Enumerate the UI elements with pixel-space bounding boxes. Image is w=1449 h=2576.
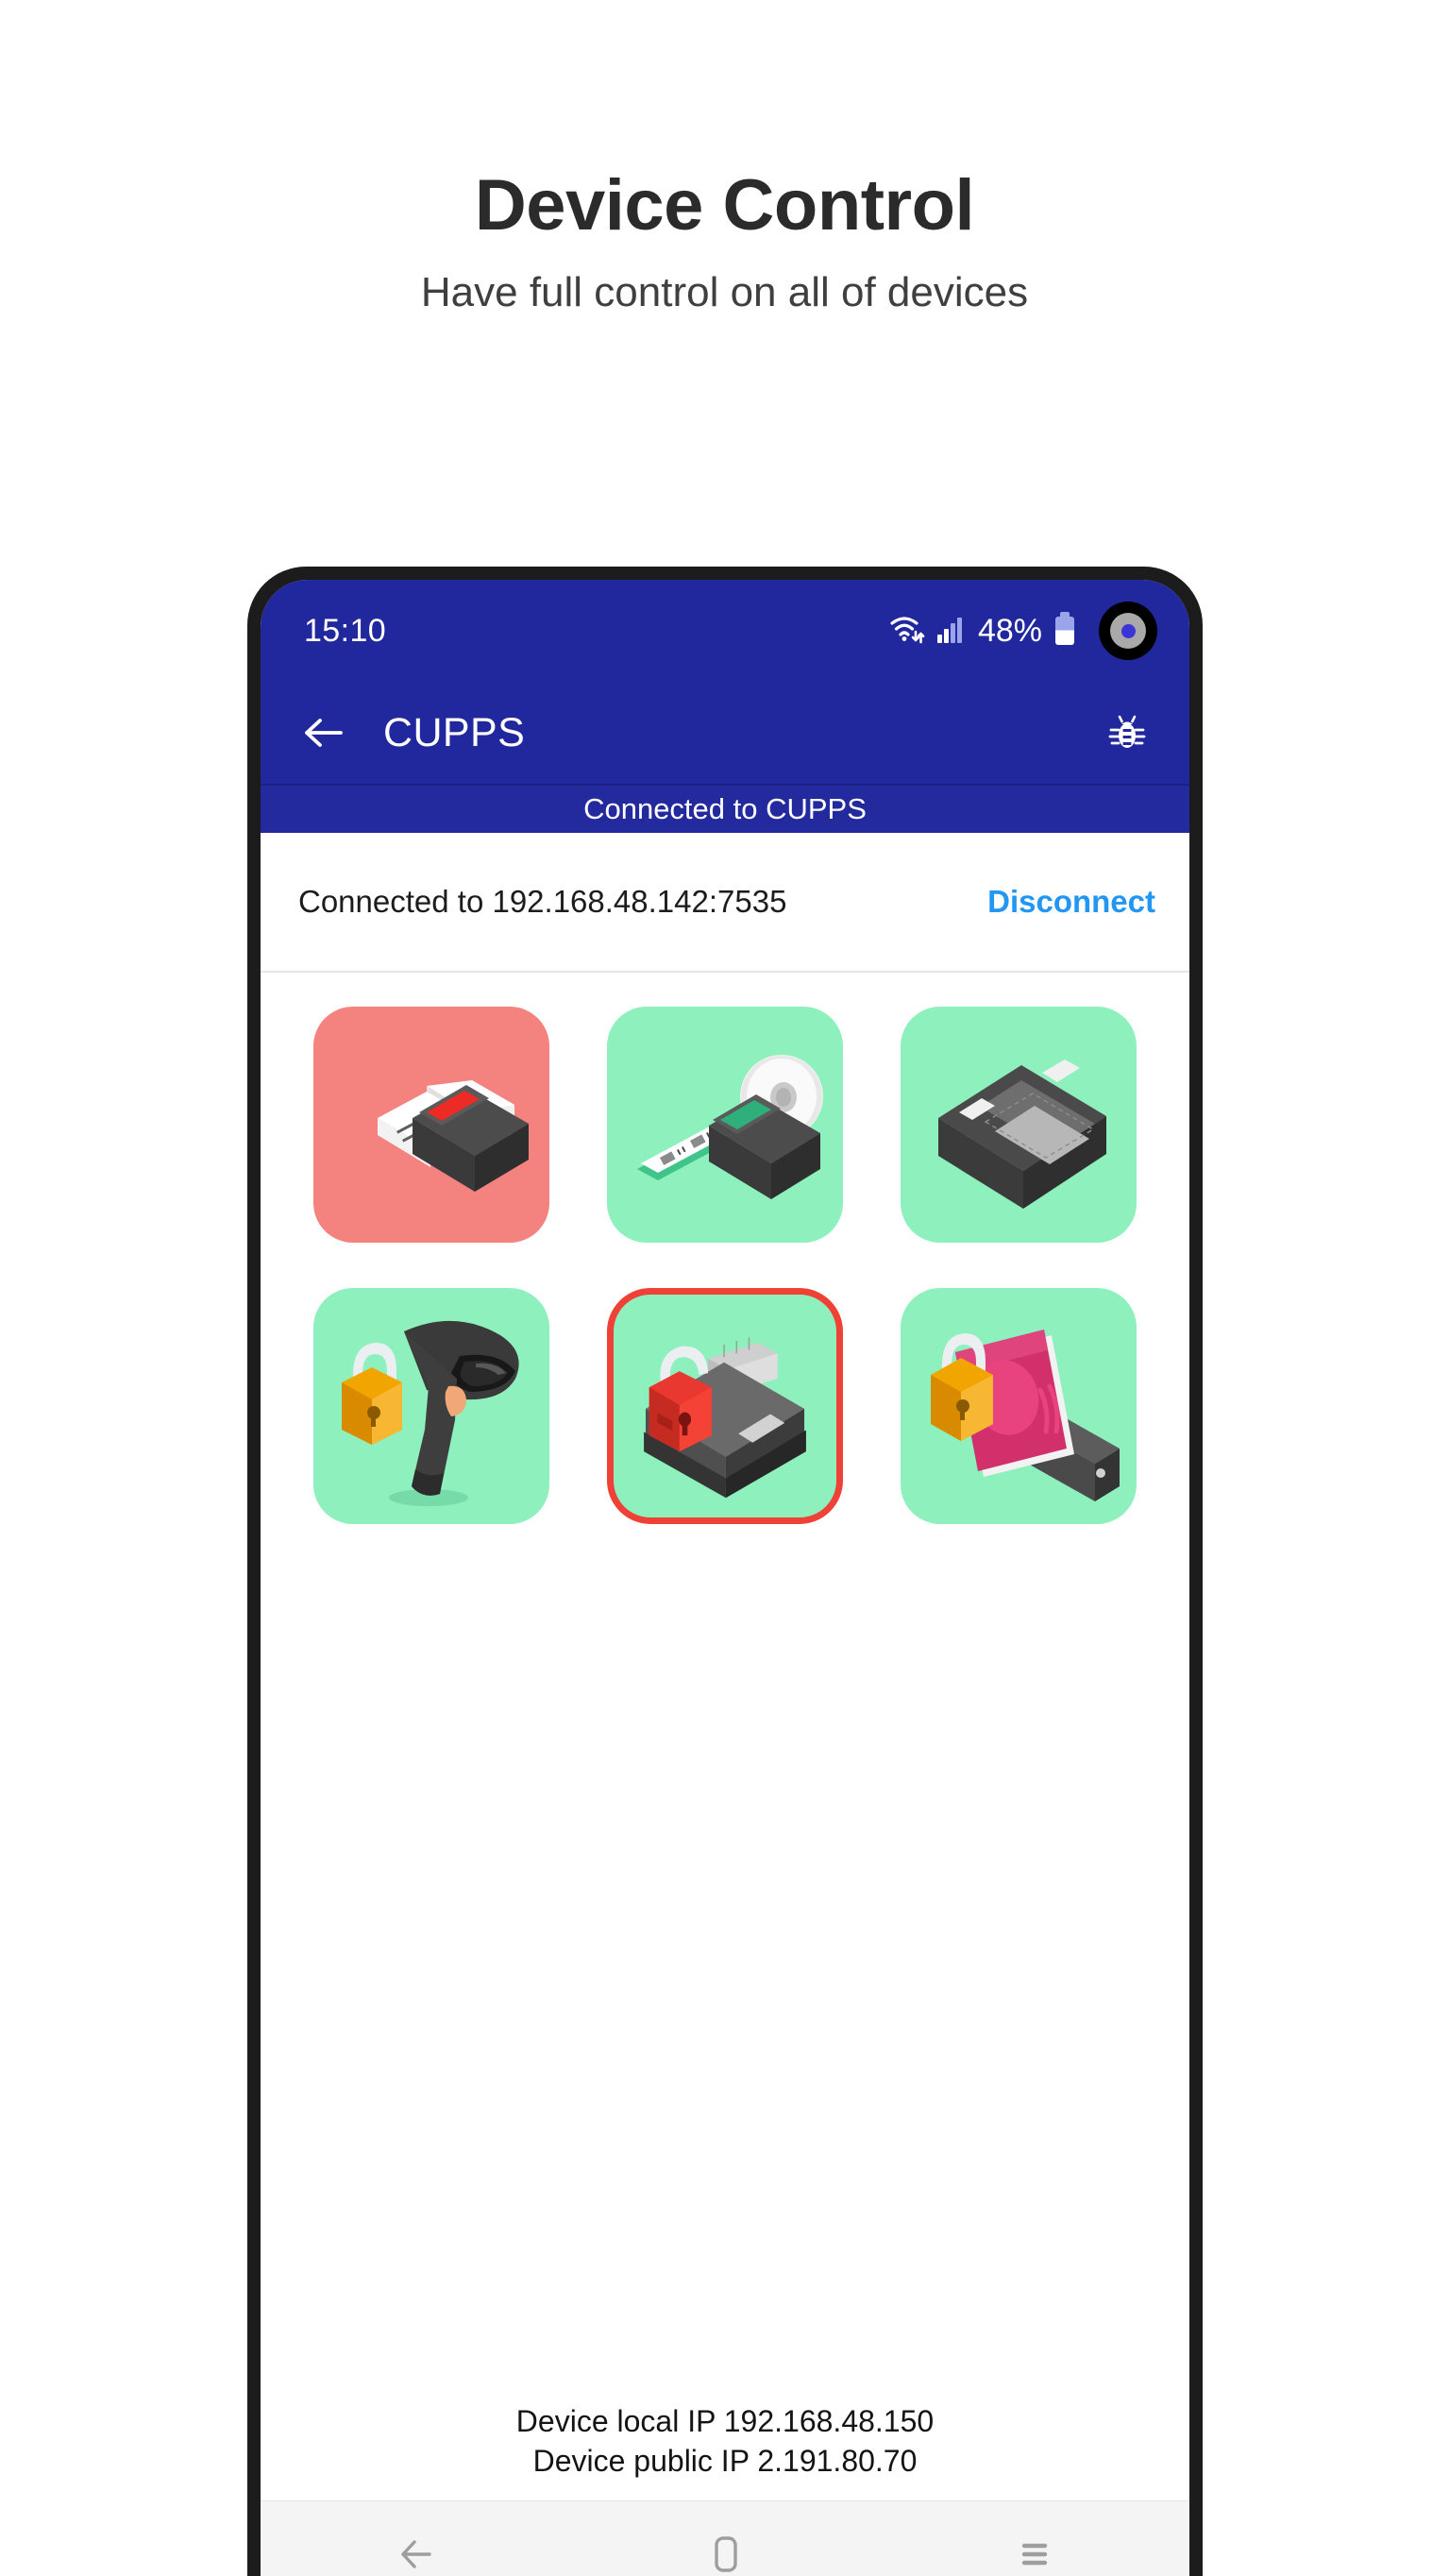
phone-mockup-frame: 15:10 48% CUPPS Connected to CUPPS Conne… xyxy=(247,567,1203,2576)
device-tile-barcode-scanner[interactable] xyxy=(313,1288,550,1524)
device-tile-passport-reader[interactable] xyxy=(900,1288,1137,1524)
device-tile-atb-printer[interactable] xyxy=(313,1007,550,1243)
android-status-bar: 15:10 48% xyxy=(261,580,1189,682)
nav-recents-button[interactable] xyxy=(983,2517,1087,2576)
connection-status-text: Connected to 192.168.48.142:7535 xyxy=(298,884,787,919)
nav-home-icon xyxy=(715,2535,737,2572)
cellular-signal-icon xyxy=(936,614,963,649)
device-tile-bag-tag-printer[interactable] xyxy=(606,1007,843,1243)
status-bar-clock: 15:10 xyxy=(304,612,387,649)
disconnect-button[interactable]: Disconnect xyxy=(987,884,1155,920)
device-public-ip-text: Device public IP 2.191.80.70 xyxy=(532,2444,918,2479)
device-grid-container xyxy=(261,973,1189,2401)
device-tile-boarding-pass-reader[interactable] xyxy=(606,1288,843,1524)
nav-back-icon xyxy=(401,2539,431,2568)
connection-banner-text: Connected to CUPPS xyxy=(583,792,867,825)
device-grid xyxy=(261,1007,1189,1524)
bug-report-icon xyxy=(1108,715,1146,748)
bag-tag-printer-icon xyxy=(636,1055,823,1199)
nav-home-button[interactable] xyxy=(673,2517,777,2576)
device-local-ip-text: Device local IP 192.168.48.150 xyxy=(515,2403,935,2438)
arrow-left-icon xyxy=(305,719,343,747)
padlock-unlocked-red xyxy=(649,1346,712,1452)
promo-title: Device Control xyxy=(474,165,975,246)
app-bar: CUPPS xyxy=(261,682,1189,784)
boarding-pass-printer-icon xyxy=(378,1080,530,1192)
boarding-pass-reader-icon xyxy=(644,1337,806,1499)
padlock-locked-orange xyxy=(342,1343,403,1445)
handheld-barcode-scanner-icon xyxy=(342,1320,519,1506)
phone-screen: 15:10 48% CUPPS Connected to CUPPS Conne… xyxy=(261,580,1189,2576)
status-bar-indicators: 48% xyxy=(889,602,1157,660)
android-navigation-bar xyxy=(261,2500,1189,2576)
battery-icon xyxy=(1055,612,1074,645)
wifi-updown-icon xyxy=(889,613,925,650)
device-tile-document-scanner[interactable] xyxy=(900,1007,1137,1243)
device-ip-footer: Device local IP 192.168.48.150 Device pu… xyxy=(261,2401,1189,2500)
connection-banner: Connected to CUPPS xyxy=(261,784,1189,833)
promo-screenshot-page: Device Control Have full control on all … xyxy=(0,0,1449,2576)
padlock-locked-orange xyxy=(930,1333,993,1441)
flatbed-scanner-icon xyxy=(937,1059,1106,1209)
promo-subtitle: Have full control on all of devices xyxy=(420,268,1029,315)
passport-reader-icon xyxy=(930,1330,1120,1501)
promo-header: Device Control Have full control on all … xyxy=(0,168,1449,318)
back-button[interactable] xyxy=(293,703,353,763)
bug-report-button[interactable] xyxy=(1097,703,1157,763)
nav-recents-icon xyxy=(1021,2543,1048,2565)
battery-percent-label: 48% xyxy=(977,612,1042,649)
app-bar-title: CUPPS xyxy=(383,709,526,755)
nav-back-button[interactable] xyxy=(363,2517,467,2576)
connection-status-row: Connected to 192.168.48.142:7535 Disconn… xyxy=(261,833,1189,973)
front-camera-punchhole-icon xyxy=(1099,602,1157,660)
